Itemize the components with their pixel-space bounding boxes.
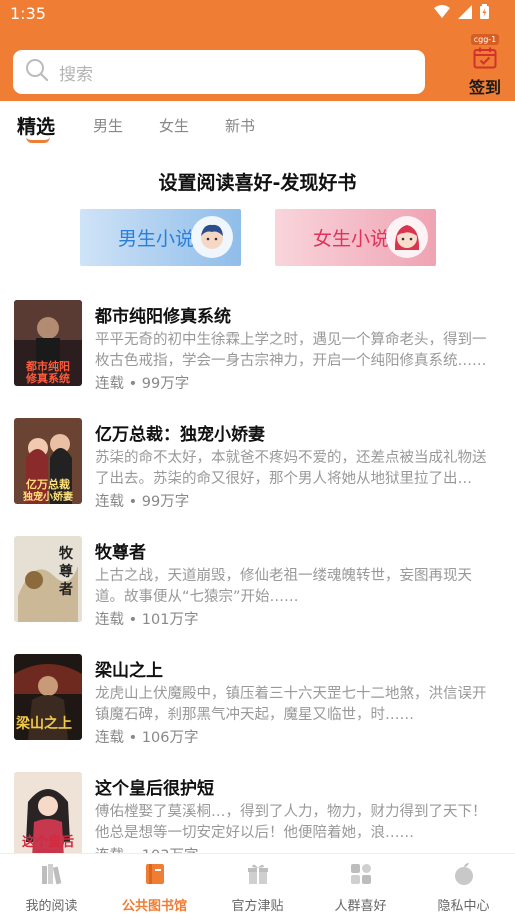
wifi-icon xyxy=(434,4,450,23)
library-icon xyxy=(143,862,167,890)
svg-text:牧: 牧 xyxy=(59,545,74,562)
signin-badge: cgg-1 xyxy=(470,34,500,45)
book-title: 梁山之上 xyxy=(95,661,163,681)
tab-new-books[interactable]: 新书 xyxy=(225,113,255,136)
tab-female[interactable]: 女生 xyxy=(159,113,189,136)
status-icons xyxy=(434,4,489,23)
signin-button[interactable]: cgg-1 签到 xyxy=(467,34,503,97)
girl-avatar-icon xyxy=(386,216,428,258)
svg-text:梁山之上: 梁山之上 xyxy=(15,715,72,732)
tab-featured[interactable]: 精选 xyxy=(17,110,55,139)
nav-my-reading[interactable]: 我的阅读 xyxy=(0,854,103,916)
female-novel-label: 女生小说 xyxy=(313,228,390,250)
book-cover: 梁山之上 xyxy=(14,654,82,740)
book-meta: 连载 • 101万字 xyxy=(95,612,199,628)
battery-icon xyxy=(480,4,489,23)
female-novel-button[interactable]: 女生小说 xyxy=(275,209,436,266)
svg-text:修真系统: 修真系统 xyxy=(25,371,70,385)
nav-label: 公共图书馆 xyxy=(121,899,187,914)
top-bar: 1:35 搜索 cgg-1 签到 xyxy=(0,0,515,101)
preference-title: 设置阅读喜好-发现好书 xyxy=(158,172,357,194)
nav-privacy-center[interactable]: 隐私中心 xyxy=(412,854,515,916)
grid-icon xyxy=(349,862,373,890)
book-title: 亿万总裁：独宠小娇妻 xyxy=(95,425,265,445)
apple-icon xyxy=(452,862,476,890)
book-meta: 连载 • 106万字 xyxy=(95,730,199,746)
category-tabs: 精选 男生 女生 新书 xyxy=(0,101,515,149)
book-cover: 这个皇后很护短 xyxy=(14,772,82,858)
book-item[interactable]: 梁山之上 梁山之上 龙虎山上伏魔殿中，镇压着三十六天罡七十二地煞，洪信误开镇魔石… xyxy=(0,654,515,764)
nav-official-allowance[interactable]: 官方津贴 xyxy=(206,854,309,916)
bottom-nav: 我的阅读 公共图书馆 官方津贴 人群喜好 隐私中心 xyxy=(0,853,515,916)
search-icon xyxy=(25,58,49,86)
search-placeholder: 搜索 xyxy=(59,64,93,85)
male-novel-button[interactable]: 男生小说 xyxy=(80,209,241,266)
signal-icon xyxy=(458,4,472,23)
svg-text:亿万总裁: 亿万总裁 xyxy=(26,477,70,491)
book-description: 平平无奇的初中生徐霖上学之时，遇见一个算命老头，得到一枚古色戒指，学会一身古宗神… xyxy=(95,332,487,369)
svg-text:者: 者 xyxy=(59,582,73,598)
nav-public-library[interactable]: 公共图书馆 xyxy=(103,854,206,916)
tab-male[interactable]: 男生 xyxy=(93,113,123,136)
svg-text:这个皇后: 这个皇后 xyxy=(22,834,74,850)
gift-icon xyxy=(246,862,270,890)
book-title: 牧尊者 xyxy=(95,543,146,563)
book-item[interactable]: 亿万总裁 独宠小娇妻 亿万总裁：独宠小娇妻 苏柒的命不太好，本就爸不疼妈不爱的，还… xyxy=(0,418,515,528)
status-time: 1:35 xyxy=(10,4,46,23)
book-cover: 牧尊者 xyxy=(14,536,82,622)
book-meta: 连载 • 99万字 xyxy=(95,494,190,510)
male-novel-label: 男生小说 xyxy=(118,228,195,250)
nav-label: 隐私中心 xyxy=(437,899,490,914)
book-cover: 都市纯阳 修真系统 xyxy=(14,300,82,386)
nav-label: 官方津贴 xyxy=(231,899,284,914)
book-meta: 连载 • 99万字 xyxy=(95,376,190,392)
nav-crowd-preference[interactable]: 人群喜好 xyxy=(309,854,412,916)
book-description: 傅佑樘娶了莫溪桐…，得到了人力，物力，财力得到了天下！他总是想等一切安定好以后！… xyxy=(95,804,487,841)
book-title: 都市纯阳修真系统 xyxy=(95,307,231,327)
calendar-check-icon xyxy=(473,47,497,73)
book-description: 苏柒的命不太好，本就爸不疼妈不爱的，还差点被当成礼物送了出去。苏柒的命又很好，那… xyxy=(95,450,487,487)
books-icon xyxy=(40,862,64,890)
nav-label: 人群喜好 xyxy=(334,899,387,914)
signin-label: 签到 xyxy=(468,78,501,97)
book-title: 这个皇后很护短 xyxy=(95,779,214,799)
svg-text:都市纯阳: 都市纯阳 xyxy=(25,359,70,373)
book-item[interactable]: 牧尊者 牧尊者 上古之战，天道崩毁，修仙老祖一缕魂魄转世，妄图再现天道。故事便从… xyxy=(0,536,515,646)
boy-avatar-icon xyxy=(191,216,233,258)
search-input[interactable]: 搜索 xyxy=(13,50,425,94)
svg-text:尊: 尊 xyxy=(59,563,73,580)
book-description: 龙虎山上伏魔殿中，镇压着三十六天罡七十二地煞，洪信误开镇魔石碑，刹那黑气冲天起，… xyxy=(95,686,487,723)
book-item[interactable]: 都市纯阳 修真系统 都市纯阳修真系统 平平无奇的初中生徐霖上学之时，遇见一个算命老… xyxy=(0,300,515,410)
nav-label: 我的阅读 xyxy=(25,899,78,914)
book-description: 上古之战，天道崩毁，修仙老祖一缕魂魄转世，妄图再现天道。故事便从“七猿宗”开始…… xyxy=(95,568,472,605)
svg-text:独宠小娇妻: 独宠小娇妻 xyxy=(23,490,73,503)
active-tab-indicator xyxy=(26,137,50,143)
book-cover: 亿万总裁 独宠小娇妻 xyxy=(14,418,82,504)
